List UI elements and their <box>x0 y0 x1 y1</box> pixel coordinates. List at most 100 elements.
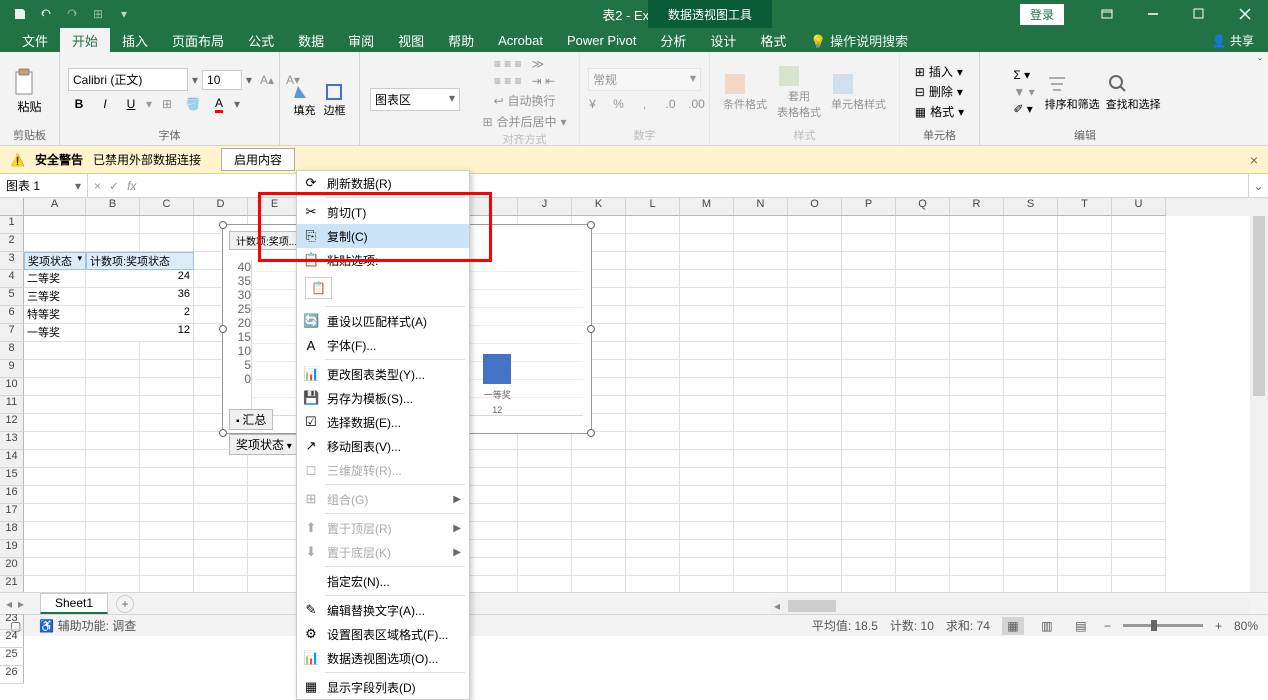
cell[interactable] <box>1058 576 1112 592</box>
tab-格式[interactable]: 格式 <box>748 27 798 54</box>
context-menu-item[interactable]: 📋粘贴选项: <box>297 248 469 272</box>
cell[interactable] <box>140 522 194 540</box>
row-header[interactable]: 1 <box>0 216 24 234</box>
cell[interactable] <box>950 432 1004 450</box>
cell[interactable] <box>626 216 680 234</box>
cell[interactable] <box>680 414 734 432</box>
cell[interactable]: 2 <box>86 306 194 324</box>
cell[interactable] <box>1058 324 1112 342</box>
row-header[interactable]: 14 <box>0 450 24 468</box>
cell[interactable] <box>1004 558 1058 576</box>
cell[interactable] <box>896 558 950 576</box>
cell[interactable] <box>248 486 302 504</box>
column-header[interactable]: C <box>140 198 194 216</box>
cell[interactable] <box>788 504 842 522</box>
cell[interactable] <box>734 414 788 432</box>
cell[interactable] <box>950 396 1004 414</box>
cell[interactable] <box>788 576 842 592</box>
cell[interactable] <box>86 342 140 360</box>
cell[interactable] <box>734 540 788 558</box>
cell[interactable] <box>1004 378 1058 396</box>
tab-开始[interactable]: 开始 <box>60 27 110 54</box>
cell[interactable] <box>1058 342 1112 360</box>
cell[interactable] <box>140 396 194 414</box>
column-header[interactable]: P <box>842 198 896 216</box>
cell[interactable] <box>1058 468 1112 486</box>
cell[interactable] <box>896 450 950 468</box>
cell[interactable] <box>464 468 518 486</box>
row-header[interactable]: 17 <box>0 504 24 522</box>
cell[interactable] <box>626 558 680 576</box>
zoom-in-icon[interactable]: + <box>1215 619 1222 633</box>
row-header[interactable]: 13 <box>0 432 24 450</box>
context-menu-item[interactable]: 📊更改图表类型(Y)... <box>297 362 469 386</box>
cell[interactable] <box>896 270 950 288</box>
tab-设计[interactable]: 设计 <box>698 27 748 54</box>
column-header[interactable]: B <box>86 198 140 216</box>
cell[interactable] <box>842 252 896 270</box>
cell[interactable] <box>1112 252 1166 270</box>
collapse-ribbon-icon[interactable]: ˇ <box>1258 56 1262 70</box>
cell[interactable] <box>626 432 680 450</box>
cell[interactable] <box>950 486 1004 504</box>
cell[interactable] <box>626 396 680 414</box>
cell[interactable] <box>680 216 734 234</box>
cell[interactable] <box>788 558 842 576</box>
cell[interactable] <box>734 450 788 468</box>
cell[interactable] <box>1112 288 1166 306</box>
cell[interactable] <box>1058 450 1112 468</box>
cell[interactable] <box>950 522 1004 540</box>
cell[interactable] <box>194 468 248 486</box>
cell[interactable] <box>950 540 1004 558</box>
sheet-nav-prev-icon[interactable]: ◂ <box>6 597 12 611</box>
cell[interactable] <box>464 432 518 450</box>
cell[interactable] <box>842 396 896 414</box>
chart-summary-button[interactable]: ▪ 汇总 <box>229 409 273 430</box>
cell[interactable] <box>626 540 680 558</box>
font-color-icon[interactable]: A <box>208 93 230 115</box>
cell[interactable] <box>194 540 248 558</box>
expand-formula-bar-icon[interactable]: ⌄ <box>1248 174 1268 197</box>
cell[interactable] <box>1112 468 1166 486</box>
cell[interactable]: 二等奖 <box>24 270 86 288</box>
cell[interactable] <box>788 270 842 288</box>
cell[interactable] <box>248 540 302 558</box>
cell[interactable] <box>788 306 842 324</box>
cell[interactable] <box>1004 342 1058 360</box>
context-menu-item[interactable]: ✎编辑替换文字(A)... <box>297 598 469 622</box>
row-header[interactable]: 3 <box>0 252 24 270</box>
cell[interactable] <box>680 252 734 270</box>
cell[interactable] <box>734 270 788 288</box>
page-layout-view-icon[interactable]: ▥ <box>1036 617 1058 635</box>
cell[interactable] <box>1058 378 1112 396</box>
tab-Power Pivot[interactable]: Power Pivot <box>555 29 648 52</box>
cell[interactable] <box>1058 432 1112 450</box>
cell[interactable] <box>248 504 302 522</box>
cell[interactable] <box>24 540 86 558</box>
cell[interactable] <box>1004 504 1058 522</box>
cell[interactable] <box>626 522 680 540</box>
cell[interactable] <box>842 486 896 504</box>
worksheet-grid[interactable]: 1234567891011121314151617181920212223242… <box>0 198 1268 592</box>
cell[interactable] <box>572 432 626 450</box>
cell[interactable] <box>842 504 896 522</box>
name-box[interactable]: 图表 1▾ <box>0 174 88 197</box>
cell[interactable] <box>626 378 680 396</box>
cell[interactable] <box>680 576 734 592</box>
column-header[interactable]: Q <box>896 198 950 216</box>
zoom-out-icon[interactable]: − <box>1104 619 1111 633</box>
cell[interactable] <box>1004 450 1058 468</box>
context-menu-item[interactable]: ☑选择数据(E)... <box>297 410 469 434</box>
context-menu-item[interactable]: 💾另存为模板(S)... <box>297 386 469 410</box>
row-header[interactable]: 19 <box>0 540 24 558</box>
cell[interactable] <box>518 576 572 592</box>
row-header[interactable]: 26 <box>0 666 24 684</box>
cell[interactable] <box>626 342 680 360</box>
column-header[interactable]: T <box>1058 198 1112 216</box>
cell[interactable] <box>734 468 788 486</box>
cell[interactable] <box>950 360 1004 378</box>
cell[interactable] <box>1112 450 1166 468</box>
column-header[interactable]: R <box>950 198 1004 216</box>
cell[interactable] <box>788 414 842 432</box>
cell[interactable] <box>896 540 950 558</box>
